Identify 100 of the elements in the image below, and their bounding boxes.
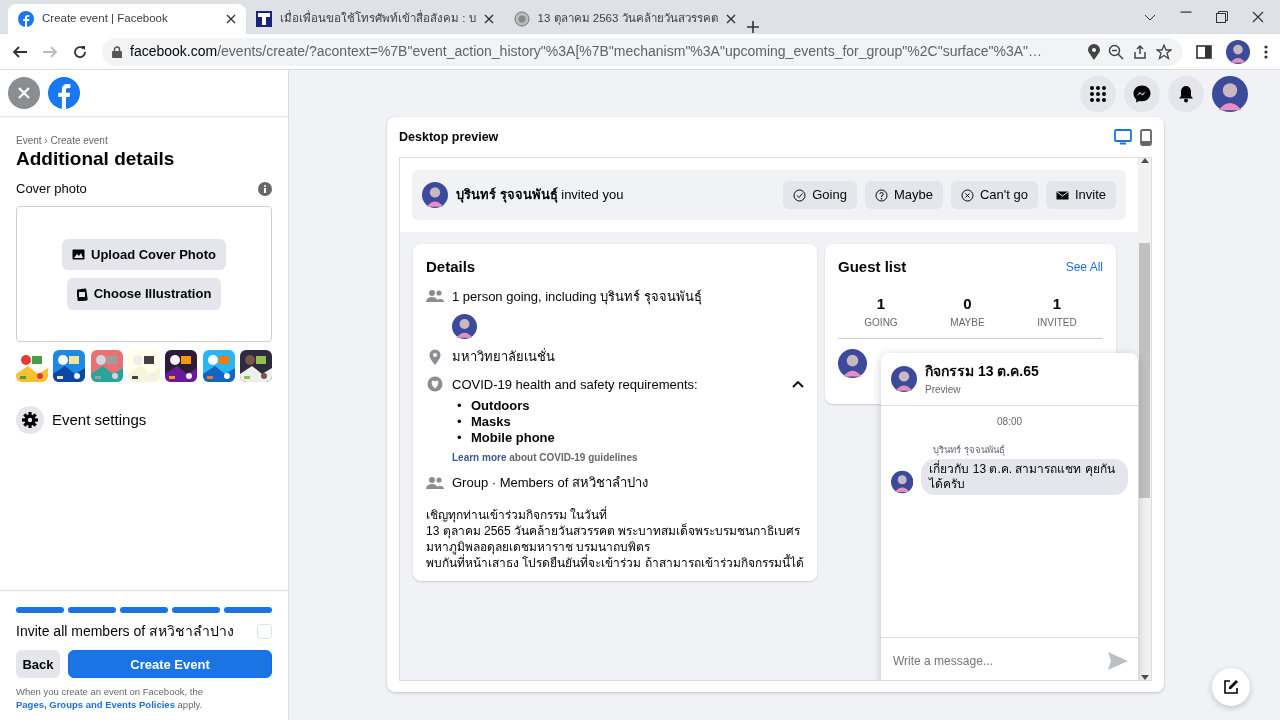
invite-checkbox[interactable] xyxy=(257,624,272,640)
checkbox-label: Invite all members of สหวิชาลำปาง xyxy=(16,622,235,642)
chat-title: กิจกรรม 13 ต.ค.65 xyxy=(925,362,1039,381)
message-field[interactable]: Write a message... xyxy=(891,650,1108,671)
avatar xyxy=(422,182,448,208)
card-title: Details xyxy=(426,257,477,277)
question-circle-icon xyxy=(874,188,888,202)
avatar xyxy=(838,349,867,378)
info-icon[interactable] xyxy=(258,181,272,196)
close-icon[interactable] xyxy=(226,14,236,24)
messenger-button[interactable] xyxy=(1124,76,1160,112)
facebook-logo-icon xyxy=(18,11,34,27)
edit-icon xyxy=(1223,679,1239,695)
image-icon xyxy=(72,249,85,261)
mobile-icon[interactable] xyxy=(1140,128,1152,146)
zoom-out-icon[interactable] xyxy=(1108,43,1124,60)
back-icon[interactable] xyxy=(12,43,28,60)
close-icon[interactable] xyxy=(1252,11,1264,23)
avatar xyxy=(891,469,914,496)
facebook-logo-icon[interactable] xyxy=(48,77,80,109)
message-bubble: เกี่ยวกับ 13 ต.ค. สามารถแชท คุยกันได้ครับ xyxy=(921,459,1128,496)
browser-tab[interactable]: 13 ตุลาคม 2563 วันคล้ายวันสวรรคต xyxy=(503,4,746,34)
count-value: 1 xyxy=(875,293,887,314)
invite-text: บุรินทร์ รุจจนพันธุ์ invited you xyxy=(456,186,625,205)
desktop-icon[interactable] xyxy=(1114,129,1132,145)
profile-avatar xyxy=(1226,39,1250,64)
group-text: Group · Members of สหวิชาลำปาง xyxy=(452,474,648,492)
page-title: Additional details xyxy=(16,148,176,171)
notifications-button[interactable] xyxy=(1168,76,1204,112)
chat-time: 08:00 xyxy=(996,415,1023,429)
bullet: • xyxy=(457,398,463,414)
close-icon[interactable] xyxy=(483,14,494,24)
covid-guidelines-text: Learn more about COVID-19 guidelines xyxy=(452,451,639,465)
lock-icon xyxy=(112,45,122,58)
restore-icon[interactable] xyxy=(1216,11,1228,23)
grid-icon xyxy=(1090,86,1106,102)
star-icon[interactable] xyxy=(1156,43,1172,60)
envelope-icon xyxy=(1055,188,1069,202)
browser-tab[interactable]: เมื่อเพื่อนขอใช้โทรศัพท์เข้าสื่อสังคม : บ xyxy=(246,4,504,34)
list-item: Masks xyxy=(471,414,511,430)
profile-avatar[interactable] xyxy=(1212,76,1248,112)
preview-title: Desktop preview xyxy=(399,128,499,146)
count-value: 0 xyxy=(962,293,973,314)
site-icon xyxy=(256,11,272,27)
back-button[interactable]: Back xyxy=(16,650,60,679)
settings-icon xyxy=(16,406,44,435)
x-circle-icon xyxy=(960,188,974,202)
share-icon[interactable] xyxy=(1132,43,1148,60)
sender-name: บุรินทร์ รุจจนพันธุ์ xyxy=(933,443,1006,458)
choose-illustration-button[interactable]: Choose Illustration xyxy=(66,278,222,310)
seal-icon xyxy=(513,11,530,27)
compose-button[interactable] xyxy=(1212,668,1250,706)
illustration-icon xyxy=(76,287,88,301)
chevron-up-icon[interactable] xyxy=(792,380,804,389)
scrollbar-thumb[interactable] xyxy=(1139,243,1150,498)
health-icon xyxy=(426,375,444,394)
new-tab-icon[interactable] xyxy=(745,20,760,34)
url-text: facebook.com/events/create/?acontext=%7B"event_action_history"%3A[%7B"mechanism"%3A"upcoming_events_for_group"%2C"surface"%3A"… xyxy=(130,42,1044,61)
menu-button[interactable] xyxy=(1080,76,1116,112)
reload-icon[interactable] xyxy=(72,43,88,60)
more-icon[interactable] xyxy=(1264,43,1268,60)
going-button[interactable]: Going xyxy=(783,181,857,209)
count-label: MAYBE xyxy=(950,316,985,330)
list-item: Outdoors xyxy=(471,398,530,414)
create-event-button[interactable]: Create Event xyxy=(68,650,272,679)
going-text: 1 person going, including บุรินทร์ รุจจนพันธุ์ xyxy=(452,287,702,306)
chat-subtitle: Preview xyxy=(925,383,962,397)
maybe-button[interactable]: Maybe xyxy=(864,181,943,209)
invite-button[interactable]: Invite xyxy=(1045,181,1116,209)
side-panel-icon[interactable] xyxy=(1196,43,1212,60)
close-icon[interactable] xyxy=(725,14,736,24)
bell-icon xyxy=(1178,85,1194,103)
event-settings-item[interactable]: Event settings xyxy=(16,406,272,435)
bullet: • xyxy=(457,414,463,430)
upload-button[interactable]: Upload Cover Photo xyxy=(62,238,226,271)
avatar xyxy=(452,314,477,339)
card-title: Guest list xyxy=(838,257,907,277)
count-value: 1 xyxy=(1051,293,1063,314)
avatar xyxy=(891,366,917,392)
description-text: เชิญทุกท่านเข้าร่วมกิจกรรม ในวันที่ xyxy=(426,506,609,523)
location-pin-icon[interactable] xyxy=(1088,43,1100,60)
see-all-link[interactable]: See All xyxy=(1065,258,1103,277)
learn-more-link[interactable]: Learn more xyxy=(452,452,507,463)
chat-bubble-icon xyxy=(1133,85,1151,103)
count-label: INVITED xyxy=(1037,316,1077,330)
list-item: Mobile phone xyxy=(471,430,555,446)
policy-link[interactable]: Pages, Groups and Events Policies xyxy=(16,699,175,711)
scroll-down-icon[interactable] xyxy=(1140,675,1149,680)
bullet: • xyxy=(457,430,463,446)
description-text: 13 ตุลาคม 2565 วันคล้ายวันสวรรคต พระบาทสมเด็จพระบรมชนกาธิเบศร มหาภูมิพลอดุลยเดชมหาราช บรมนาถบพิตร xyxy=(426,523,801,555)
count-label: GOING xyxy=(864,316,898,330)
scroll-up-icon[interactable] xyxy=(1140,158,1149,163)
address-bar[interactable]: facebook.com/events/create/?acontext=%7B"event_action_history"%3A[%7B"mechanism"%3A"upcoming_events_for_group"%2C"surface"%3A"… xyxy=(102,37,1182,66)
location-text: มหาวิทยาลัยเนชั่น xyxy=(452,347,555,366)
check-circle-icon xyxy=(793,188,807,202)
description-text: พบกันที่หน้าเสาธง โปรดยืนยันที่จะเข้าร่วม ถ้าสามารถเข้าร่วมกิจกรรมนี้ได้ xyxy=(426,554,804,571)
browser-tab[interactable]: Create event | Facebook xyxy=(8,4,246,34)
cover-photo-area[interactable]: Upload Cover Photo Choose Illustration xyxy=(16,206,272,343)
breadcrumb: Event › Create event xyxy=(16,134,109,148)
cantgo-button[interactable]: Can't go xyxy=(950,181,1038,209)
